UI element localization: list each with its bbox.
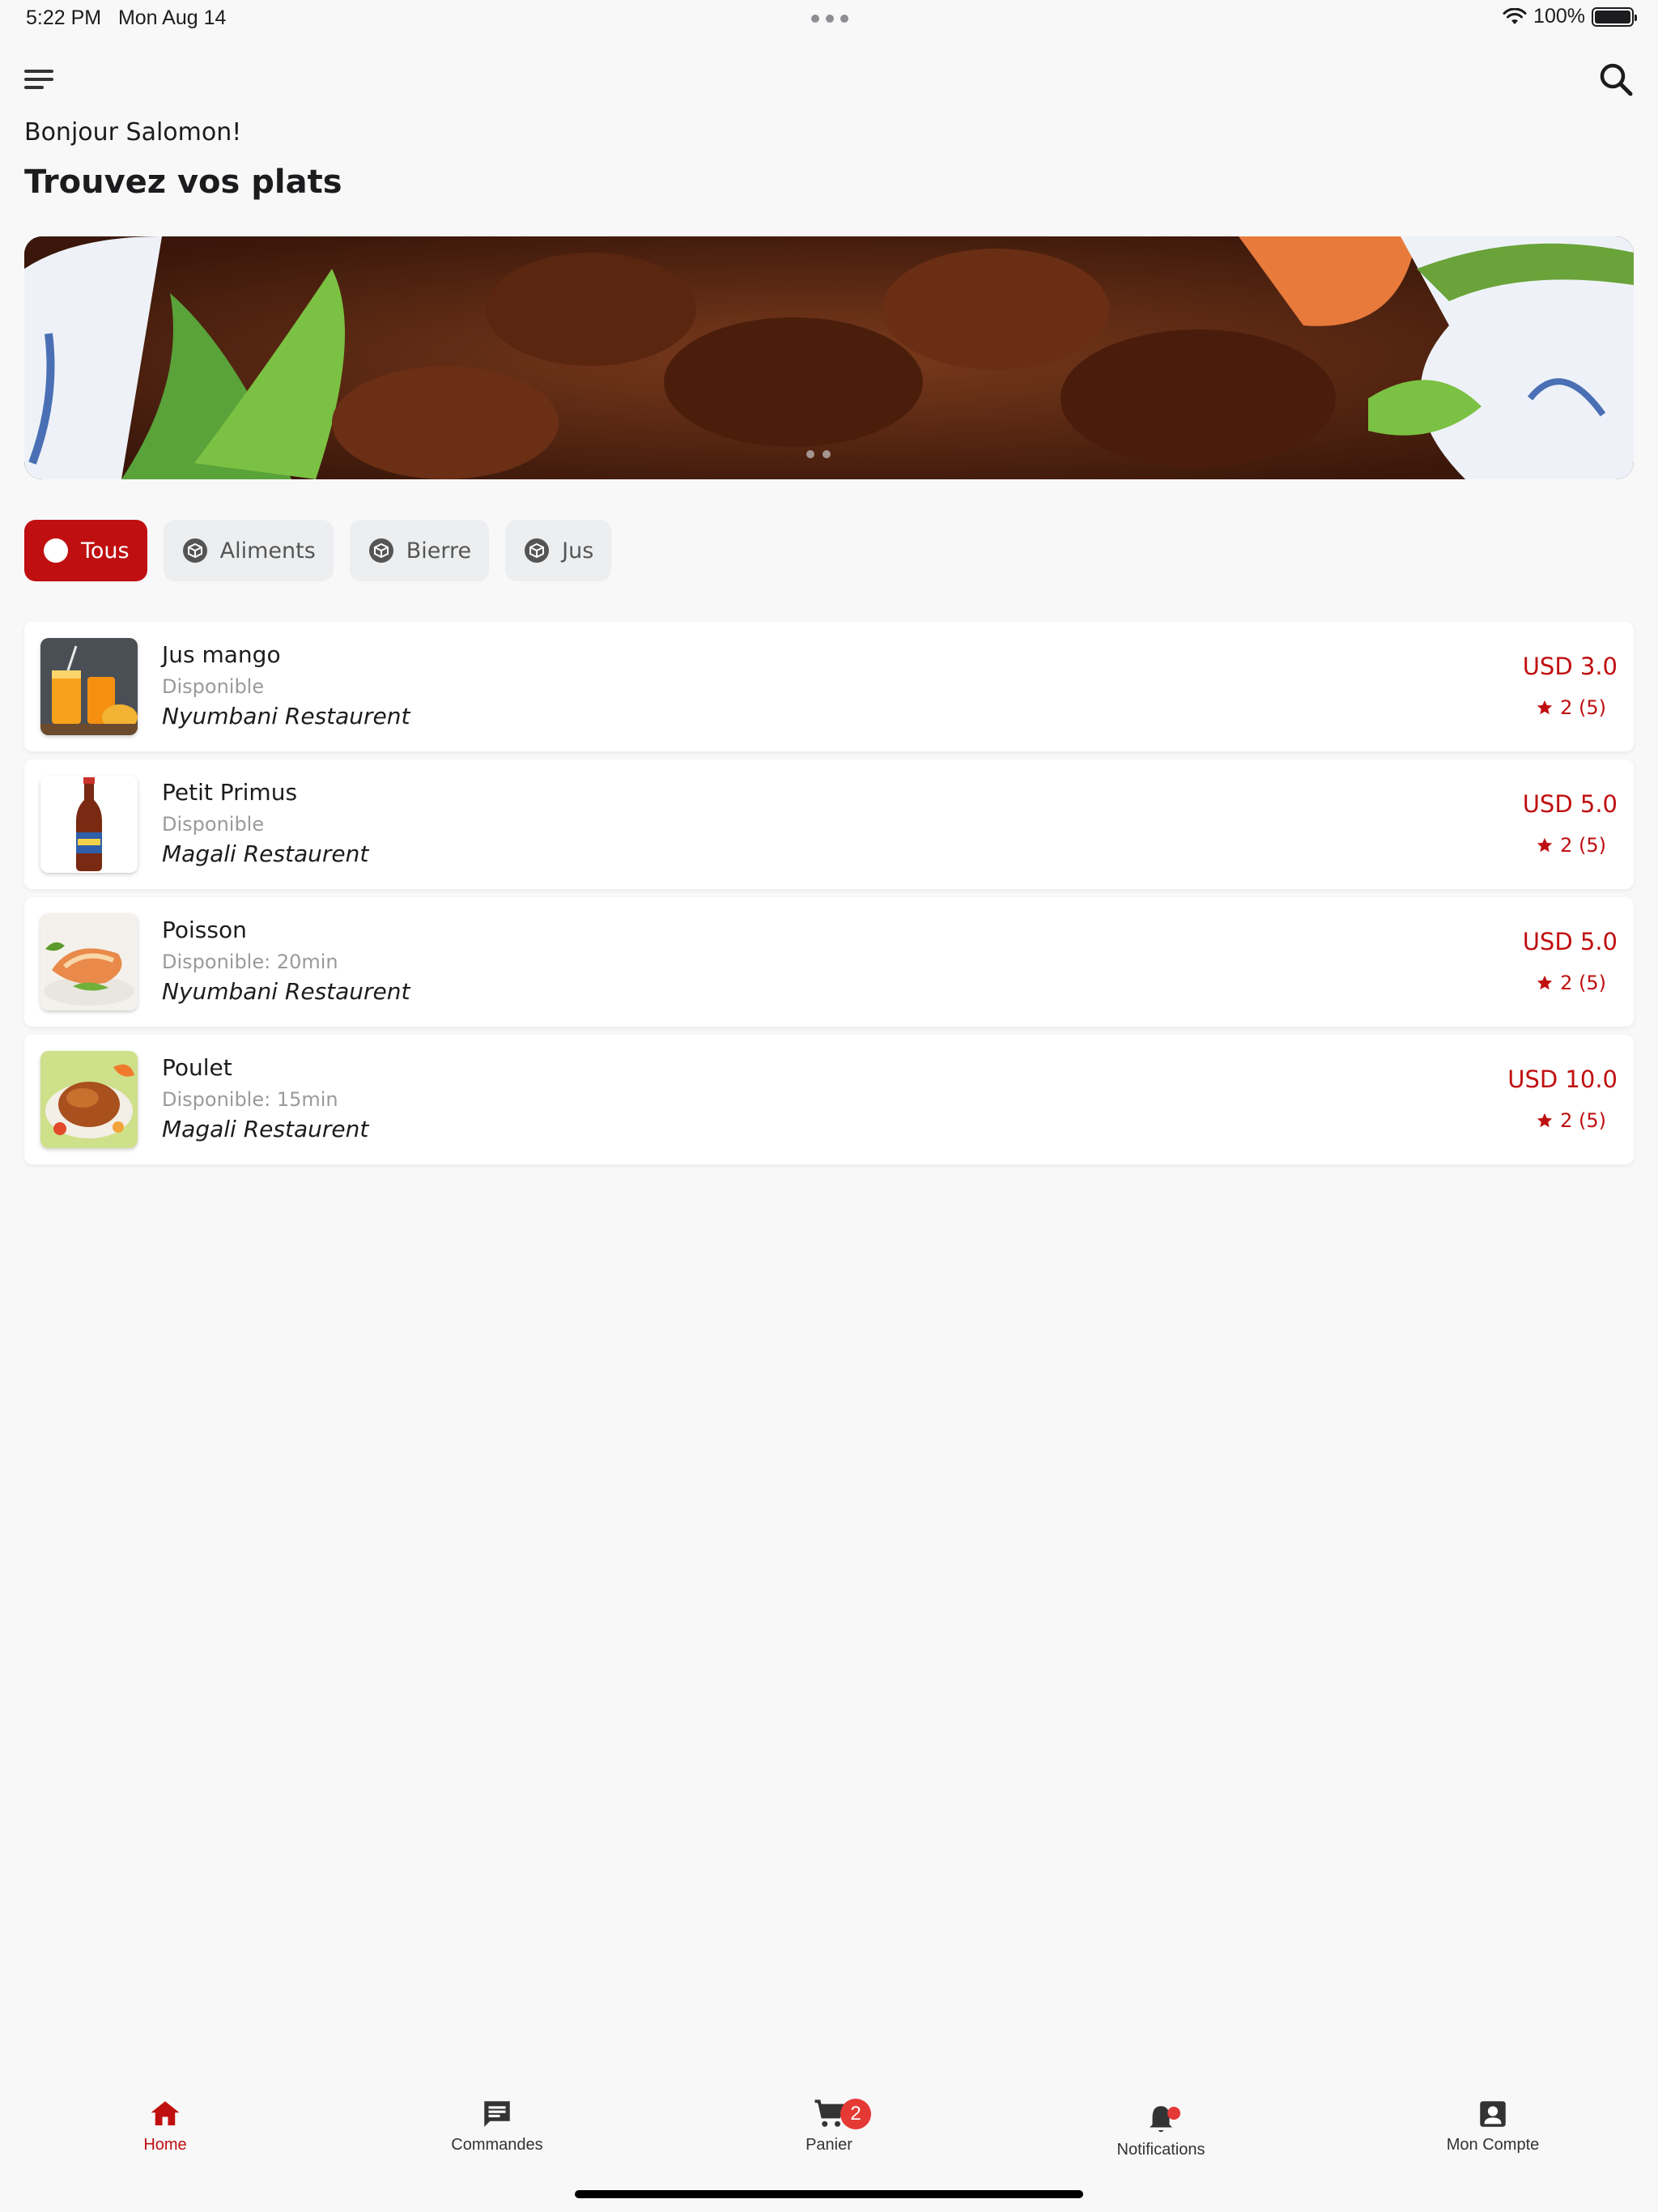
roast-chicken-photo: [40, 1051, 138, 1148]
status-time-date: 5:22 PM Mon Aug 14: [26, 6, 226, 30]
mango-juice-photo: [40, 638, 138, 735]
fish-dish-photo: [40, 913, 138, 1010]
grilled-meat-photo: [24, 236, 1634, 479]
status-bar: 5:22 PM Mon Aug 14 100%: [0, 0, 1658, 39]
product-card-jus-mango[interactable]: Jus mango Disponible Nyumbani Restaurent…: [24, 622, 1634, 751]
nav-label: Home: [143, 2136, 187, 2154]
product-name: Petit Primus: [162, 779, 298, 806]
product-name: Poisson: [162, 917, 247, 943]
nav-mon-compte[interactable]: Mon Compte: [1412, 2097, 1574, 2155]
product-availability: Disponible: 15min: [162, 1088, 338, 1111]
star-icon: [1537, 1112, 1553, 1128]
category-filter: Tous Aliments Bierre Jus: [24, 520, 612, 581]
star-icon: [1537, 700, 1553, 715]
product-list: Jus mango Disponible Nyumbani Restaurent…: [24, 622, 1634, 1172]
product-availability: Disponible: 20min: [162, 951, 338, 973]
product-rating: 2 (5): [1536, 1109, 1606, 1132]
product-price: USD 3.0: [1522, 653, 1618, 680]
product-price: USD 5.0: [1522, 928, 1618, 955]
nav-label: Mon Compte: [1446, 2136, 1540, 2154]
product-rating: 2 (5): [1536, 972, 1606, 994]
search-icon[interactable]: [1596, 60, 1635, 99]
account-icon: [1480, 2101, 1506, 2127]
status-indicators: 100%: [1503, 5, 1637, 28]
multitasking-dots[interactable]: [811, 15, 848, 23]
product-name: Poulet: [162, 1054, 232, 1081]
rating-text: 2 (5): [1560, 972, 1606, 994]
product-restaurant: Magali Restaurent: [162, 1116, 369, 1142]
category-label: Tous: [81, 538, 130, 564]
rating-text: 2 (5): [1560, 1109, 1606, 1132]
menu-icon[interactable]: [21, 65, 57, 94]
product-card-poisson[interactable]: Poisson Disponible: 20min Nyumbani Resta…: [24, 897, 1634, 1027]
nav-label: Notifications: [1116, 2141, 1205, 2159]
rating-text: 2 (5): [1560, 696, 1606, 719]
star-icon: [1537, 975, 1553, 990]
rating-text: 2 (5): [1560, 834, 1606, 857]
battery-percent: 100%: [1533, 5, 1585, 28]
product-rating: 2 (5): [1536, 834, 1606, 857]
carousel-indicator: [806, 450, 831, 458]
nav-notifications[interactable]: Notifications: [1080, 2102, 1242, 2159]
chat-icon: [484, 2101, 510, 2127]
star-icon: [1537, 837, 1553, 853]
nav-commandes[interactable]: Commandes: [416, 2097, 578, 2155]
product-restaurant: Magali Restaurent: [162, 840, 369, 867]
banner-carousel[interactable]: [24, 236, 1634, 479]
cart-badge: 2: [840, 2099, 871, 2129]
battery-icon: [1592, 6, 1637, 27]
box-icon: [525, 538, 550, 563]
category-label: Aliments: [219, 538, 316, 564]
product-restaurant: Nyumbani Restaurent: [162, 978, 410, 1005]
product-price: USD 10.0: [1507, 1066, 1618, 1093]
nav-panier[interactable]: 2 Panier: [748, 2097, 910, 2155]
nav-label: Panier: [806, 2136, 852, 2154]
category-chip-bierre[interactable]: Bierre: [349, 520, 490, 581]
product-rating: 2 (5): [1536, 696, 1606, 719]
page-title: Trouvez vos plats: [24, 164, 342, 201]
product-price: USD 5.0: [1522, 790, 1618, 818]
notification-dot: [1167, 2107, 1180, 2120]
nav-label: Commandes: [451, 2136, 543, 2154]
product-card-poulet[interactable]: Poulet Disponible: 15min Magali Restaure…: [24, 1035, 1634, 1164]
category-chip-tous[interactable]: Tous: [24, 520, 147, 581]
wifi-icon: [1503, 7, 1527, 24]
product-restaurant: Nyumbani Restaurent: [162, 703, 410, 730]
category-chip-aliments[interactable]: Aliments: [163, 520, 334, 581]
nav-home[interactable]: Home: [84, 2097, 246, 2155]
box-icon: [182, 538, 207, 563]
box-icon: [368, 538, 393, 563]
bottom-navigation: Home Commandes 2 Panier Notifications Mo…: [0, 2097, 1658, 2186]
product-card-petit-primus[interactable]: Petit Primus Disponible Magali Restauren…: [24, 759, 1634, 889]
beer-bottle-photo: [40, 776, 138, 873]
status-time: 5:22 PM: [26, 6, 102, 29]
home-indicator[interactable]: [575, 2190, 1083, 2198]
greeting-text: Bonjour Salomon!: [24, 118, 242, 147]
status-date: Mon Aug 14: [117, 6, 227, 29]
box-icon: [44, 538, 68, 563]
home-icon: [151, 2101, 180, 2125]
category-label: Bierre: [406, 538, 472, 564]
product-name: Jus mango: [162, 641, 281, 668]
category-chip-jus[interactable]: Jus: [505, 520, 612, 581]
category-label: Jus: [562, 538, 594, 564]
product-availability: Disponible: [162, 813, 265, 836]
product-availability: Disponible: [162, 675, 265, 698]
